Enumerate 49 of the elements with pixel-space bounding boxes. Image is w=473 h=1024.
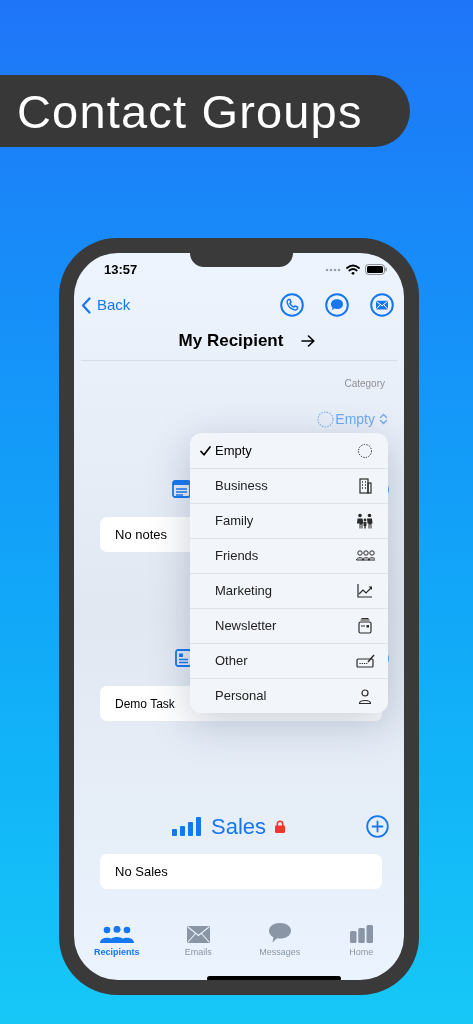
- menu-item[interactable]: Family: [190, 503, 388, 538]
- menu-item-label: Business: [215, 477, 269, 496]
- menu-item[interactable]: Business: [190, 468, 388, 503]
- dashed-circle-icon: [317, 410, 335, 428]
- menu-item[interactable]: Personal: [190, 678, 388, 713]
- menu-item[interactable]: Other: [190, 643, 388, 678]
- tray-icon: [356, 617, 375, 635]
- tab-bar-item[interactable]: Recipients: [76, 923, 158, 957]
- menu-item[interactable]: Friends: [190, 538, 388, 573]
- people-icon: [99, 926, 134, 943]
- envelope-icon: [186, 926, 210, 943]
- signal-icon: [325, 267, 341, 272]
- line-chart-icon: [356, 582, 375, 600]
- wifi-icon: [346, 264, 360, 275]
- menu-item[interactable]: Empty: [190, 433, 388, 468]
- section-card: No Sales: [100, 854, 382, 889]
- recipient-title: My Recipient: [178, 329, 284, 352]
- call-button[interactable]: [280, 293, 304, 317]
- dashed-circle-icon: [356, 441, 375, 460]
- note-icon: [172, 480, 191, 498]
- back-button[interactable]: Back: [81, 293, 131, 317]
- envelope-icon: [370, 293, 394, 317]
- message-button[interactable]: [325, 293, 349, 317]
- menu-item[interactable]: Newsletter: [190, 608, 388, 643]
- add-button[interactable]: [366, 814, 389, 838]
- section-title: Sales: [211, 812, 267, 841]
- menu-item-label: Other: [215, 652, 249, 671]
- status-time: 13:57: [104, 260, 138, 279]
- family-icon: [356, 512, 375, 530]
- right-arrow-icon: [301, 334, 316, 347]
- menu-item-label: Marketing: [215, 582, 274, 601]
- signature-icon: [356, 652, 375, 670]
- menu-item[interactable]: Marketing: [190, 573, 388, 608]
- building-icon: [356, 477, 375, 495]
- bar-chart-icon: [349, 925, 373, 943]
- phone-icon: [280, 293, 304, 317]
- plus-circle-icon: [366, 814, 389, 838]
- speech-bubble-icon: [325, 293, 349, 317]
- menu-item-label: Empty: [215, 441, 253, 460]
- back-chevron-icon: [81, 296, 91, 314]
- category-label: Category: [344, 377, 385, 391]
- bar-chart-icon: [172, 816, 201, 836]
- menu-item-label: Newsletter: [215, 617, 278, 636]
- battery-icon: [365, 264, 387, 275]
- menu-item-label: Personal: [215, 687, 268, 706]
- speech-bubble-icon: [268, 923, 291, 943]
- email-button[interactable]: [370, 293, 394, 317]
- chevron-up-down-icon: [379, 413, 388, 425]
- checkmark-icon: [200, 445, 211, 456]
